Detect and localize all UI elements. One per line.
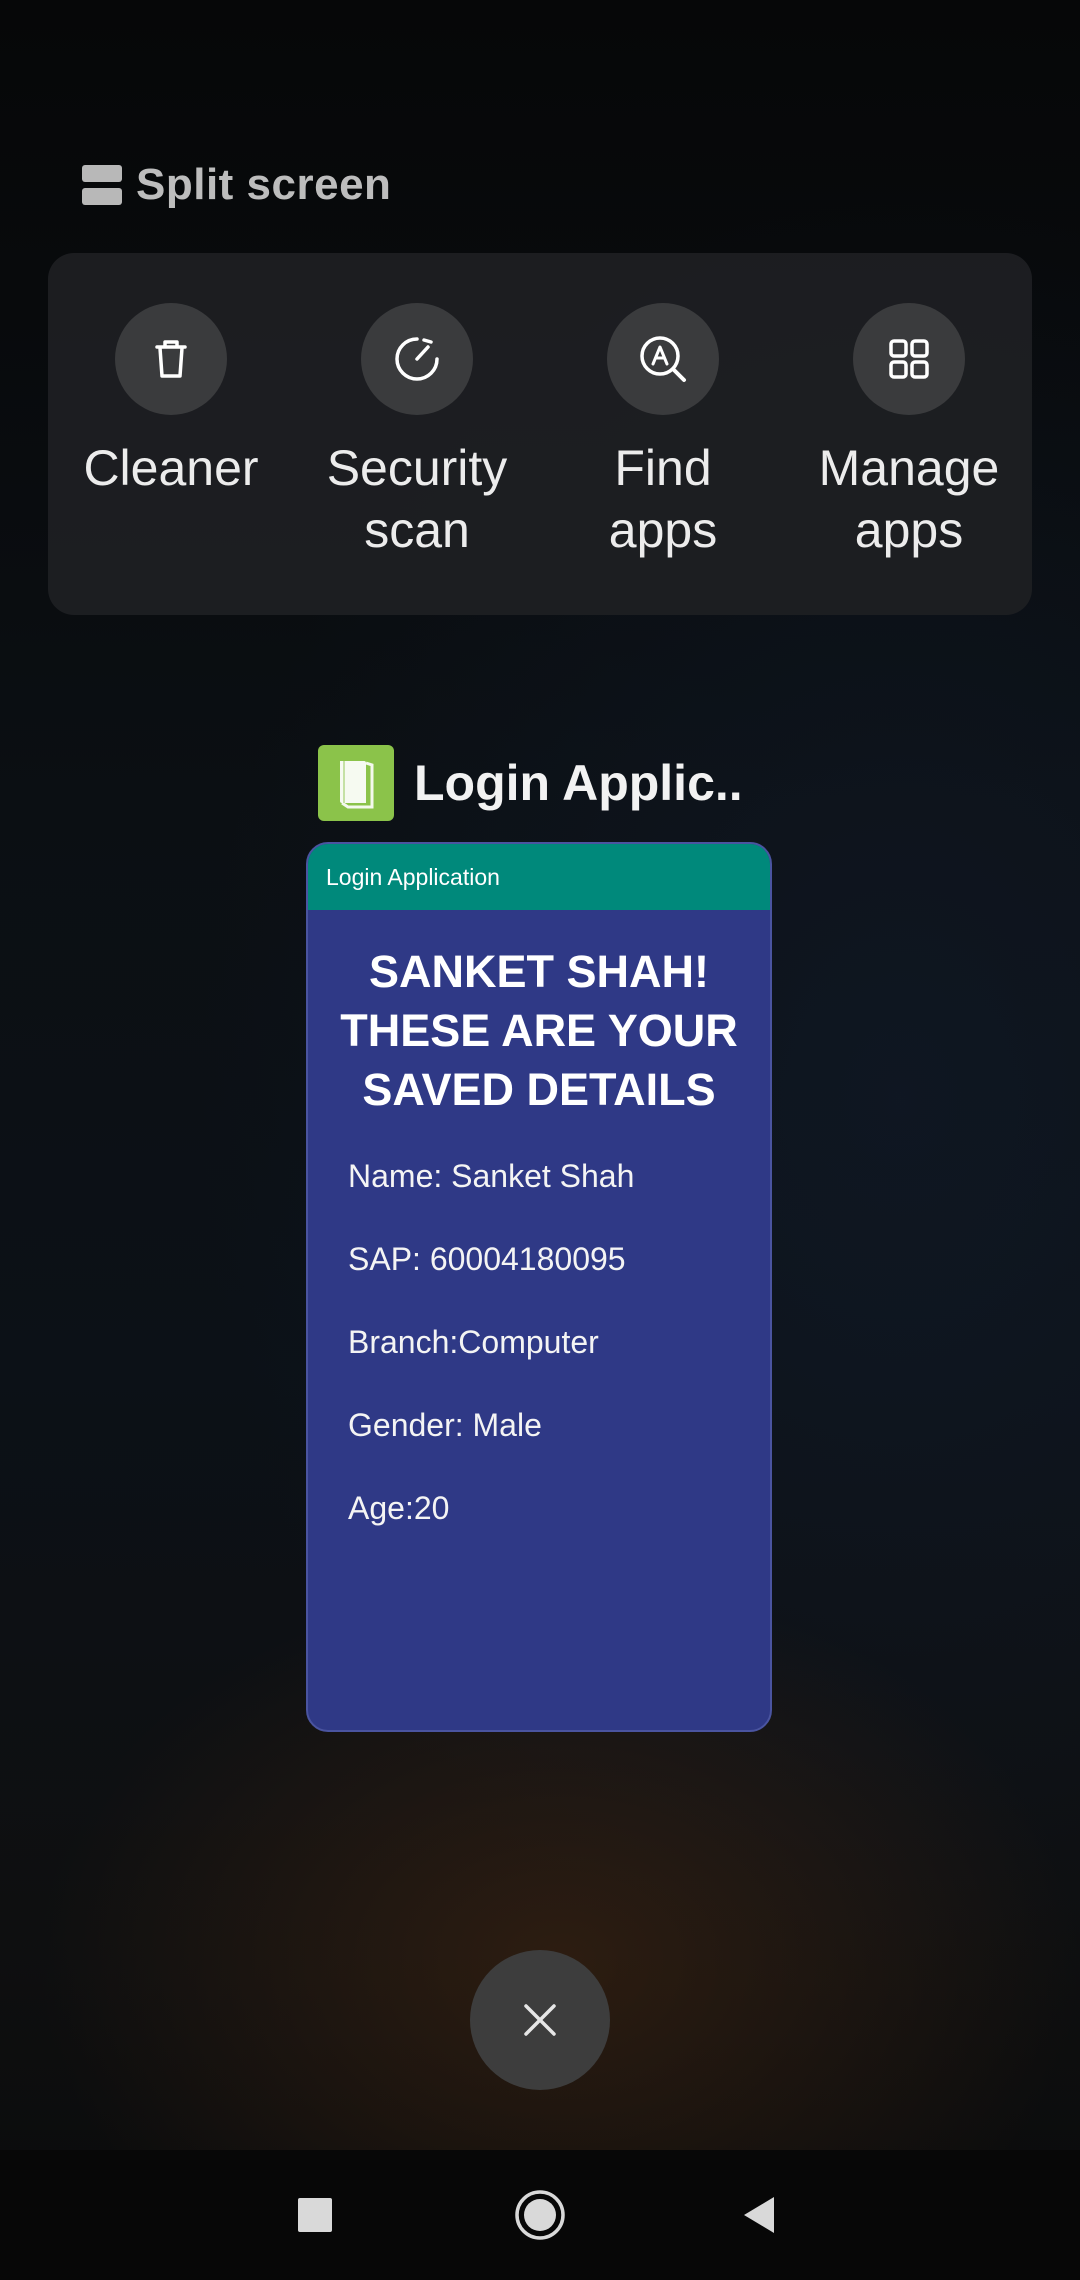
- detail-sap: SAP: 60004180095: [348, 1241, 626, 1277]
- detail-age: Age:20: [348, 1490, 450, 1526]
- back-button[interactable]: [725, 2180, 795, 2250]
- recent-app-header[interactable]: Login Applic..: [318, 744, 743, 822]
- cleaner-label: Cleaner: [83, 440, 259, 496]
- saved-details-heading: SANKET SHAH! THESE ARE YOUR SAVED DETAIL…: [340, 946, 738, 1115]
- book-icon: [318, 745, 394, 821]
- gauge-icon: [361, 303, 473, 415]
- recent-app-preview[interactable]: Login Application SANKET SHAH! THESE ARE…: [306, 842, 772, 1732]
- detail-branch: Branch:Computer: [348, 1324, 599, 1360]
- app-toolbar-title: Login Application: [326, 863, 500, 890]
- split-screen-label: Split screen: [136, 160, 392, 209]
- security-scan-label: Security scan: [326, 440, 508, 558]
- security-scan-button[interactable]: Security scan: [294, 303, 540, 561]
- details-list: Name: Sanket Shah SAP: 60004180095 Branc…: [308, 1155, 770, 1529]
- manage-apps-button[interactable]: Manage apps: [786, 303, 1032, 561]
- split-screen-icon: [82, 165, 122, 205]
- detail-name: Name: Sanket Shah: [348, 1158, 635, 1194]
- trash-icon: [115, 303, 227, 415]
- grid-icon: [853, 303, 965, 415]
- find-apps-label: Find apps: [608, 440, 718, 558]
- app-toolbar: Login Application: [308, 844, 770, 910]
- home-button[interactable]: [505, 2180, 575, 2250]
- square-icon: [298, 2198, 332, 2232]
- app-search-icon: [607, 303, 719, 415]
- split-screen-button[interactable]: Split screen: [82, 158, 391, 212]
- manage-apps-label: Manage apps: [818, 440, 1000, 558]
- close-all-button[interactable]: [470, 1950, 610, 2090]
- close-icon: [524, 2004, 556, 2036]
- quick-tools-panel: Cleaner Security scan Find apps Manage a…: [48, 253, 1032, 615]
- circle-icon: [515, 2190, 565, 2240]
- recents-button[interactable]: [280, 2180, 350, 2250]
- find-apps-button[interactable]: Find apps: [540, 303, 786, 561]
- triangle-back-icon: [744, 2197, 774, 2233]
- detail-gender: Gender: Male: [348, 1407, 542, 1443]
- cleaner-button[interactable]: Cleaner: [48, 303, 294, 499]
- recent-app-title: Login Applic..: [414, 755, 743, 811]
- navigation-bar: [0, 2150, 1080, 2280]
